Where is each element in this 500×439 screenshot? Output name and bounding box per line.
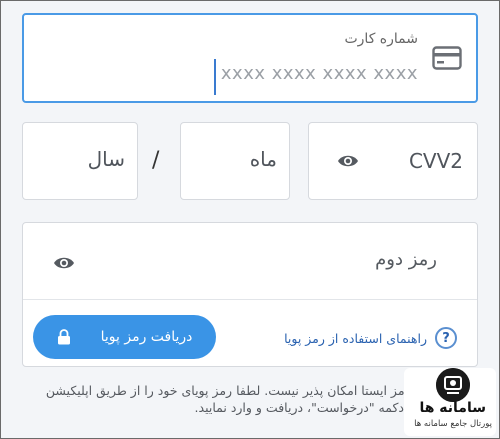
question-icon: ? (435, 327, 457, 349)
second-password-label[interactable]: رمز دوم (375, 249, 437, 270)
logo-name: سامانه ها (419, 400, 486, 416)
credit-card-icon (432, 46, 462, 70)
get-otp-button-label: دریافت رمز پویا (100, 329, 193, 345)
expiry-separator: / (152, 148, 160, 173)
get-otp-button[interactable]: دریافت رمز پویا (33, 315, 216, 359)
divider (23, 299, 477, 300)
samaneha-logo: سامانه ها پورتال جامع سامانه ها (404, 368, 496, 436)
expiry-year-field[interactable]: سال (22, 122, 138, 200)
expiry-year-label: سال (87, 147, 125, 171)
card-number-field[interactable]: شماره کارت xxxx xxxx xxxx xxxx (22, 13, 478, 103)
text-caret (214, 59, 216, 95)
second-password-section: رمز دوم ? راهنمای استفاده از رمز پویا در… (22, 222, 478, 367)
card-number-placeholder[interactable]: xxxx xxxx xxxx xxxx (221, 63, 418, 84)
eye-icon[interactable] (337, 153, 359, 169)
card-number-label: شماره کارت (344, 31, 418, 47)
expiry-month-field[interactable]: ماه (180, 122, 290, 200)
eye-icon[interactable] (53, 255, 75, 271)
cvv2-label: CVV2 (408, 149, 463, 173)
expiry-month-label: ماه (249, 147, 277, 171)
logo-mark-icon (436, 368, 470, 402)
lock-icon (57, 329, 70, 345)
otp-help-link[interactable]: ? راهنمای استفاده از رمز پویا (284, 327, 457, 349)
otp-help-text: راهنمای استفاده از رمز پویا (284, 330, 427, 346)
logo-tagline: پورتال جامع سامانه ها (414, 419, 492, 429)
cvv2-field[interactable]: CVV2 (308, 122, 478, 200)
